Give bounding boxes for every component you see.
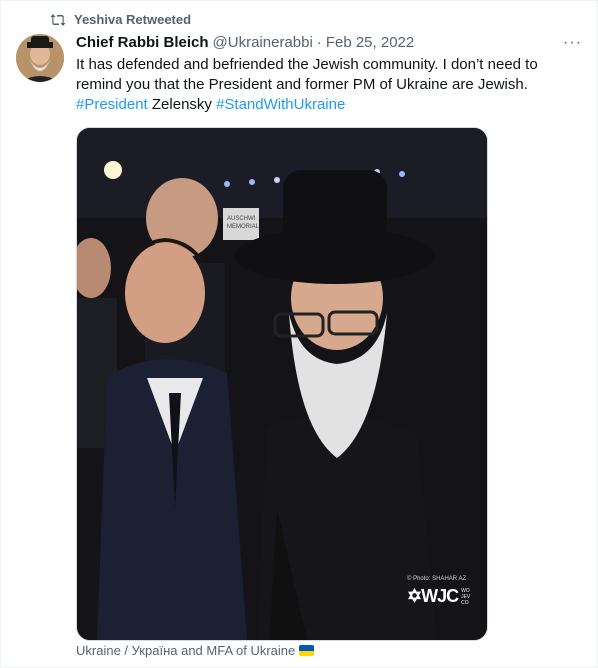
author-handle[interactable]: @Ukrainerabbi [213,34,313,51]
wjc-logo: ✡WJC WO JEV CO [407,586,470,607]
tweet-text: It has defended and befriended the Jewis… [76,55,576,115]
tweet-text-mention: Zelensky [147,96,217,113]
retweet-indicator: Yeshiva Retweeted [50,12,191,27]
media-screen-text: MEMORIAL [227,224,260,230]
wjc-logo-mark: ✡WJC [407,586,459,606]
photo-credit: © Photo: SHAHAR AZ [407,576,467,582]
tagged-accounts[interactable]: Ukraine / Україна and MFA of Ukraine [76,643,315,658]
retweet-label[interactable]: Yeshiva Retweeted [74,12,191,27]
tweet-header: Chief Rabbi Bleich @Ukrainerabbi · Feb 2… [76,34,414,51]
separator-dot: · [316,34,322,51]
wjc-logo-side: WO JEV CO [461,587,471,606]
author-name[interactable]: Chief Rabbi Bleich [76,34,209,51]
tweet-text-body: It has defended and befriended the Jewis… [76,56,538,93]
hashtag-president[interactable]: #President [76,96,148,113]
ukraine-flag-icon [299,645,315,656]
tweet-media-photo[interactable]: AUSCHWI MEMORIAL © Photo: SHAHAR AZ ✡WJC… [76,127,488,641]
media-screen-text: AUSCHWI [227,216,256,222]
tagged-accounts-text[interactable]: Ukraine / Україна and MFA of Ukraine [76,643,295,658]
avatar[interactable] [16,34,64,82]
tweet-date[interactable]: Feb 25, 2022 [326,34,414,51]
retweet-icon [50,13,66,27]
more-options-button[interactable]: ··· [563,34,582,52]
hashtag-standwithukraine[interactable]: #StandWithUkraine [216,96,345,113]
